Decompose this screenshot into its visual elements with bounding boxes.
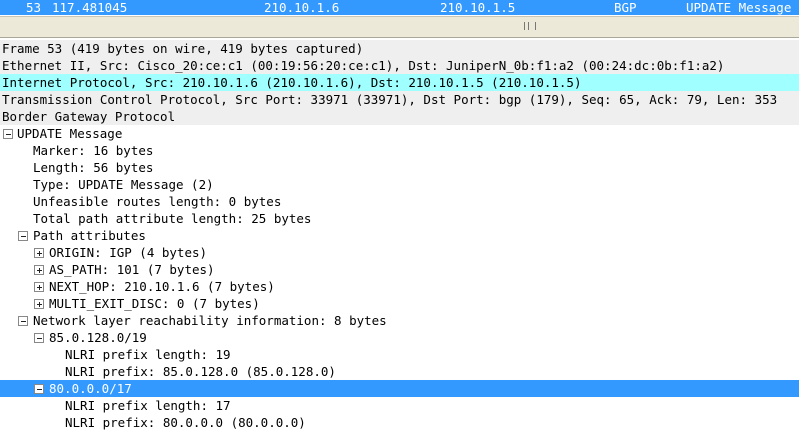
tree-row-label: Total path attribute length: 25 bytes [33, 211, 312, 226]
plus-box-icon[interactable] [34, 282, 44, 292]
tree-row-label: Length: 56 bytes [33, 160, 154, 175]
minus-box-icon[interactable] [34, 333, 44, 343]
minus-box-icon[interactable] [18, 316, 28, 326]
tree-row-label: MULTI_EXIT_DISC: 0 (7 bytes) [49, 296, 260, 311]
tree-row-tcp[interactable]: Transmission Control Protocol, Src Port:… [0, 91, 799, 108]
tree-row-prefix-85-length[interactable]: NLRI prefix length: 19 [0, 346, 799, 363]
tree-row-ethernet[interactable]: Ethernet II, Src: Cisco_20:ce:c1 (00:19:… [0, 57, 799, 74]
plus-box-icon[interactable] [34, 265, 44, 275]
tree-row-label: Path attributes [33, 228, 146, 243]
tree-row-label: AS_PATH: 101 (7 bytes) [49, 262, 215, 277]
tree-row-marker[interactable]: Marker: 16 bytes [0, 142, 799, 159]
tree-row-label: Marker: 16 bytes [33, 143, 154, 158]
tree-row-origin[interactable]: ORIGIN: IGP (4 bytes) [0, 244, 799, 261]
tree-row-bgp[interactable]: Border Gateway Protocol [0, 108, 799, 125]
tree-row-type[interactable]: Type: UPDATE Message (2) [0, 176, 799, 193]
tree-row-path-attributes[interactable]: Path attributes [0, 227, 799, 244]
tree-row-label: ORIGIN: IGP (4 bytes) [49, 245, 208, 260]
tree-row-label: Border Gateway Protocol [2, 109, 176, 124]
tree-row-med[interactable]: MULTI_EXIT_DISC: 0 (7 bytes) [0, 295, 799, 312]
tree-row-label: NEXT_HOP: 210.10.1.6 (7 bytes) [49, 279, 275, 294]
tree-row-prefix-85[interactable]: 85.0.128.0/19 [0, 329, 799, 346]
minus-box-icon[interactable] [18, 231, 28, 241]
tree-row-prefix-85-value[interactable]: NLRI prefix: 85.0.128.0 (85.0.128.0) [0, 363, 799, 380]
tree-row-label: NLRI prefix length: 19 [65, 347, 231, 362]
tree-row-update[interactable]: UPDATE Message [0, 125, 799, 142]
splitter-grip-icon[interactable] [524, 22, 536, 30]
tree-row-unfeasible[interactable]: Unfeasible routes length: 0 bytes [0, 193, 799, 210]
tree-row-label: NLRI prefix length: 17 [65, 398, 231, 413]
plus-box-icon[interactable] [34, 248, 44, 258]
packet-destination: 210.10.1.5 [440, 0, 516, 15]
tree-row-as-path[interactable]: AS_PATH: 101 (7 bytes) [0, 261, 799, 278]
tree-row-label: Network layer reachability information: … [33, 313, 387, 328]
tree-row-prefix-80-value[interactable]: NLRI prefix: 80.0.0.0 (80.0.0.0) [0, 414, 799, 431]
packet-info: UPDATE Message [686, 0, 792, 15]
tree-row-label: Internet Protocol, Src: 210.10.1.6 (210.… [2, 75, 582, 90]
tree-row-label: Frame 53 (419 bytes on wire, 419 bytes c… [2, 41, 364, 56]
tree-row-label: 85.0.128.0/19 [49, 330, 147, 345]
tree-row-label: Transmission Control Protocol, Src Port:… [2, 92, 778, 107]
tree-row-total-path[interactable]: Total path attribute length: 25 bytes [0, 210, 799, 227]
plus-box-icon[interactable] [34, 299, 44, 309]
tree-row-prefix-80-length[interactable]: NLRI prefix length: 17 [0, 397, 799, 414]
minus-box-icon[interactable] [34, 384, 44, 394]
tree-row-label: UPDATE Message [17, 126, 123, 141]
tree-row-label: Ethernet II, Src: Cisco_20:ce:c1 (00:19:… [2, 58, 725, 73]
packet-number: 53 [26, 0, 42, 15]
tree-row-nlri[interactable]: Network layer reachability information: … [0, 312, 799, 329]
packet-source: 210.10.1.6 [264, 0, 340, 15]
pane-splitter[interactable] [0, 16, 799, 38]
packet-details-tree: Frame 53 (419 bytes on wire, 419 bytes c… [0, 40, 799, 431]
tree-row-label: Unfeasible routes length: 0 bytes [33, 194, 282, 209]
tree-row-label: NLRI prefix: 80.0.0.0 (80.0.0.0) [65, 415, 306, 430]
packet-time: 117.481045 [52, 0, 128, 15]
minus-box-icon[interactable] [3, 129, 13, 139]
tree-row-label: NLRI prefix: 85.0.128.0 (85.0.128.0) [65, 364, 336, 379]
packet-list-selected-row[interactable]: 53 117.481045 210.10.1.6 210.10.1.5 BGP … [0, 0, 799, 15]
tree-row-ip[interactable]: Internet Protocol, Src: 210.10.1.6 (210.… [0, 74, 799, 91]
packet-protocol: BGP [614, 0, 637, 15]
tree-row-label: 80.0.0.0/17 [49, 381, 132, 396]
tree-row-length[interactable]: Length: 56 bytes [0, 159, 799, 176]
tree-row-prefix-80[interactable]: 80.0.0.0/17 [0, 380, 799, 397]
tree-row-frame[interactable]: Frame 53 (419 bytes on wire, 419 bytes c… [0, 40, 799, 57]
tree-row-label: Type: UPDATE Message (2) [33, 177, 214, 192]
tree-row-next-hop[interactable]: NEXT_HOP: 210.10.1.6 (7 bytes) [0, 278, 799, 295]
